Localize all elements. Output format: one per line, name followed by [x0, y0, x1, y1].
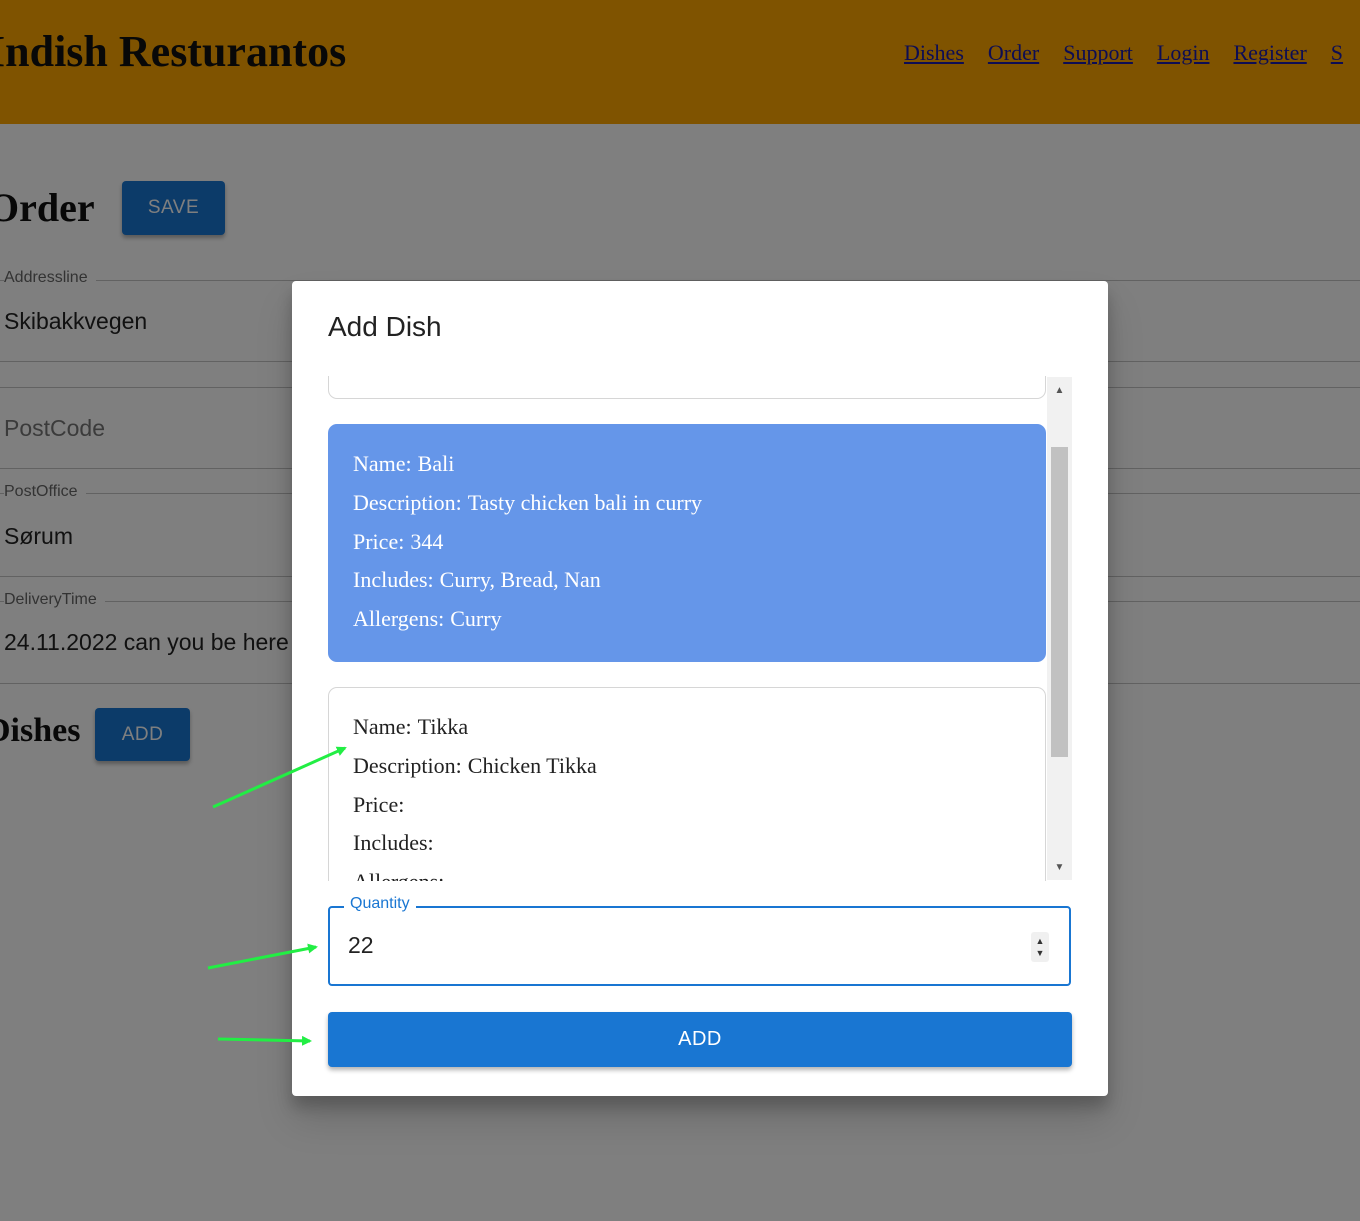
scroll-thumb[interactable] — [1051, 447, 1068, 757]
dish-name-value: Bali — [417, 450, 455, 476]
dish-name-value: Tikka — [417, 713, 469, 739]
quantity-label: Quantity — [344, 895, 416, 913]
dish-list[interactable]: Name:TandooriDescription:Nice tandoori, … — [328, 376, 1070, 881]
quantity-stepper[interactable]: ▲ ▼ — [1031, 932, 1049, 962]
dish-description-value: Tasty chicken bali in curry — [467, 489, 703, 515]
stepper-up-icon[interactable]: ▲ — [1036, 935, 1045, 947]
dish-description: Description: Tasty chicken bali in curry — [353, 484, 1021, 523]
dish-card-1[interactable]: Name: Bali Description: Tasty chicken bali … — [328, 423, 1046, 662]
dish-includes-value: Curry, Bread, Nan — [439, 567, 601, 593]
dish-list-scrollbar[interactable]: ▲ ▼ — [1047, 377, 1072, 880]
dish-allergens: Allergens: Curry — [353, 600, 1021, 639]
dish-allergens-label: Allergens: — [353, 606, 445, 632]
dish-includes-label: Includes: — [353, 830, 434, 856]
dish-name: Name: Bali — [353, 445, 1021, 484]
dish-price-value: 344 — [410, 528, 444, 554]
dish-includes: Includes: Curry, Bread, Nan — [353, 561, 1021, 600]
dialog-title: Add Dish — [328, 311, 442, 342]
quantity-input[interactable] — [348, 932, 968, 959]
dish-list-content: Name:TandooriDescription:Nice tandoori, … — [328, 376, 1046, 881]
dish-name: Name: Tikka — [353, 708, 1021, 747]
dish-includes-label: Includes: — [353, 567, 434, 593]
dish-name-label: Name: — [353, 450, 412, 476]
dish-card-0[interactable]: Name:TandooriDescription:Nice tandoori, … — [328, 376, 1046, 399]
quantity-field[interactable]: Quantity ▲ ▼ — [328, 895, 1071, 986]
dish-allergens-value: Curry — [450, 606, 502, 632]
dish-price-label: Price: — [353, 791, 405, 817]
dish-name-label: Name: — [353, 713, 412, 739]
dish-description-value: Chicken Tikka — [467, 752, 597, 778]
dish-allergens-label: Allergens: — [353, 869, 444, 881]
dish-allergens: Allergens: — [353, 863, 1021, 881]
dish-description: Description: Chicken Tikka — [353, 747, 1021, 786]
dish-card-2[interactable]: Name: Tikka Description: Chicken Tikka Price… — [328, 686, 1046, 881]
dish-price: Price: — [353, 786, 1021, 825]
add-button[interactable]: ADD — [328, 1012, 1072, 1067]
dish-price-label: Price: — [353, 528, 405, 554]
dish-description-label: Description: — [353, 752, 462, 778]
dish-includes: Includes: — [353, 824, 1021, 863]
scroll-up-arrow-icon[interactable]: ▲ — [1047, 379, 1072, 401]
add-dish-dialog: Add Dish Name:TandooriDescription:Nice t… — [292, 281, 1108, 1096]
scroll-down-arrow-icon[interactable]: ▼ — [1047, 856, 1072, 878]
dish-price: Price: 344 — [353, 523, 1021, 562]
dish-description-label: Description: — [353, 489, 462, 515]
stepper-down-icon[interactable]: ▼ — [1036, 947, 1045, 959]
